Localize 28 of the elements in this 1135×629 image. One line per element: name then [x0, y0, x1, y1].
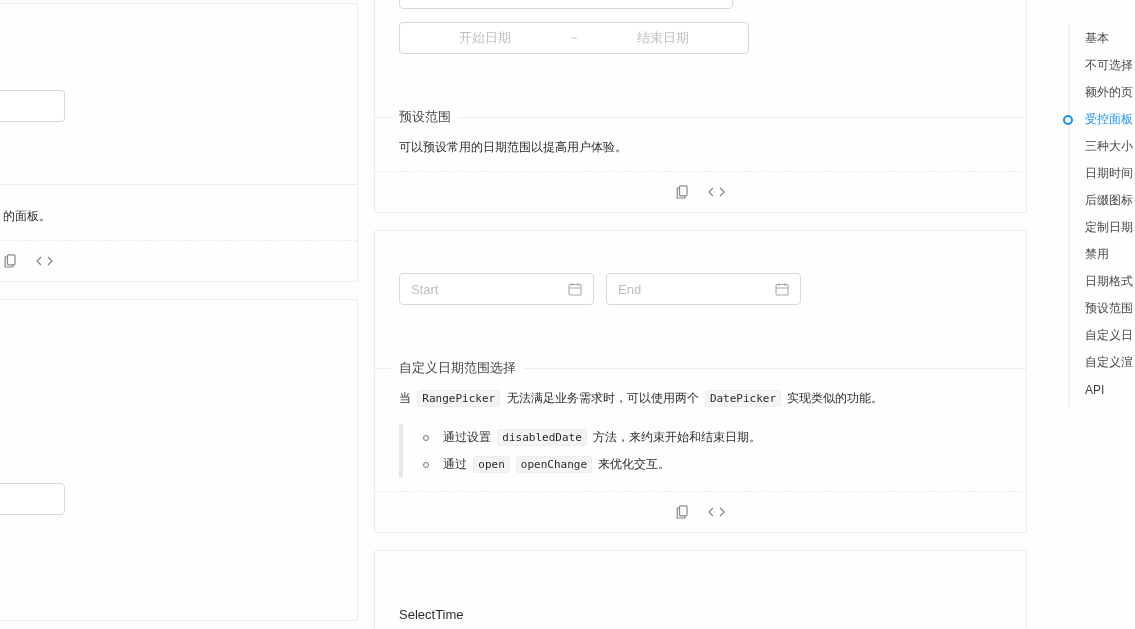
- anchor-link[interactable]: 自定义渲: [1070, 349, 1133, 376]
- copy-icon[interactable]: [676, 505, 688, 519]
- code-icon[interactable]: [708, 187, 725, 197]
- copy-icon[interactable]: [676, 185, 688, 199]
- description-text: 当 RangePicker 无法满足业务需求时，可以使用两个 DatePicker 实现类似的功能。: [399, 389, 885, 409]
- code-icon[interactable]: [35, 256, 53, 266]
- anchor-link[interactable]: 日期时间: [1070, 160, 1133, 187]
- calendar-icon: [568, 282, 582, 296]
- anchor-link[interactable]: 基本: [1070, 25, 1133, 52]
- anchor-link[interactable]: 后缀图标: [1070, 187, 1133, 214]
- note-text: 通过设置 disabledDate 方法，来约束开始和结束日期。: [443, 428, 762, 448]
- code-icon[interactable]: [708, 507, 725, 517]
- demo-label: SelectTime: [399, 606, 464, 624]
- anchor-link[interactable]: 日期格式: [1070, 268, 1133, 295]
- anchor-link[interactable]: 三种大小: [1070, 133, 1133, 160]
- anchor-link[interactable]: 禁用: [1070, 241, 1133, 268]
- copy-icon[interactable]: [3, 254, 16, 268]
- anchor-link[interactable]: 不可选择: [1070, 52, 1133, 79]
- anchor-link[interactable]: 自定义日: [1070, 322, 1133, 349]
- note-text: 通过 open openChange 来优化交互。: [443, 455, 671, 475]
- calendar-icon: [775, 282, 789, 296]
- active-dot-icon: [1063, 115, 1073, 125]
- anchor-link[interactable]: 定制日期: [1070, 214, 1133, 241]
- description-text: 的面板。: [3, 208, 52, 225]
- anchor-link[interactable]: API: [1070, 376, 1133, 403]
- description-text: 可以预设常用的日期范围以提高用户体验。: [399, 139, 628, 156]
- anchor-link[interactable]: 额外的页: [1070, 79, 1133, 106]
- anchor-link[interactable]: 预设范围: [1070, 295, 1133, 322]
